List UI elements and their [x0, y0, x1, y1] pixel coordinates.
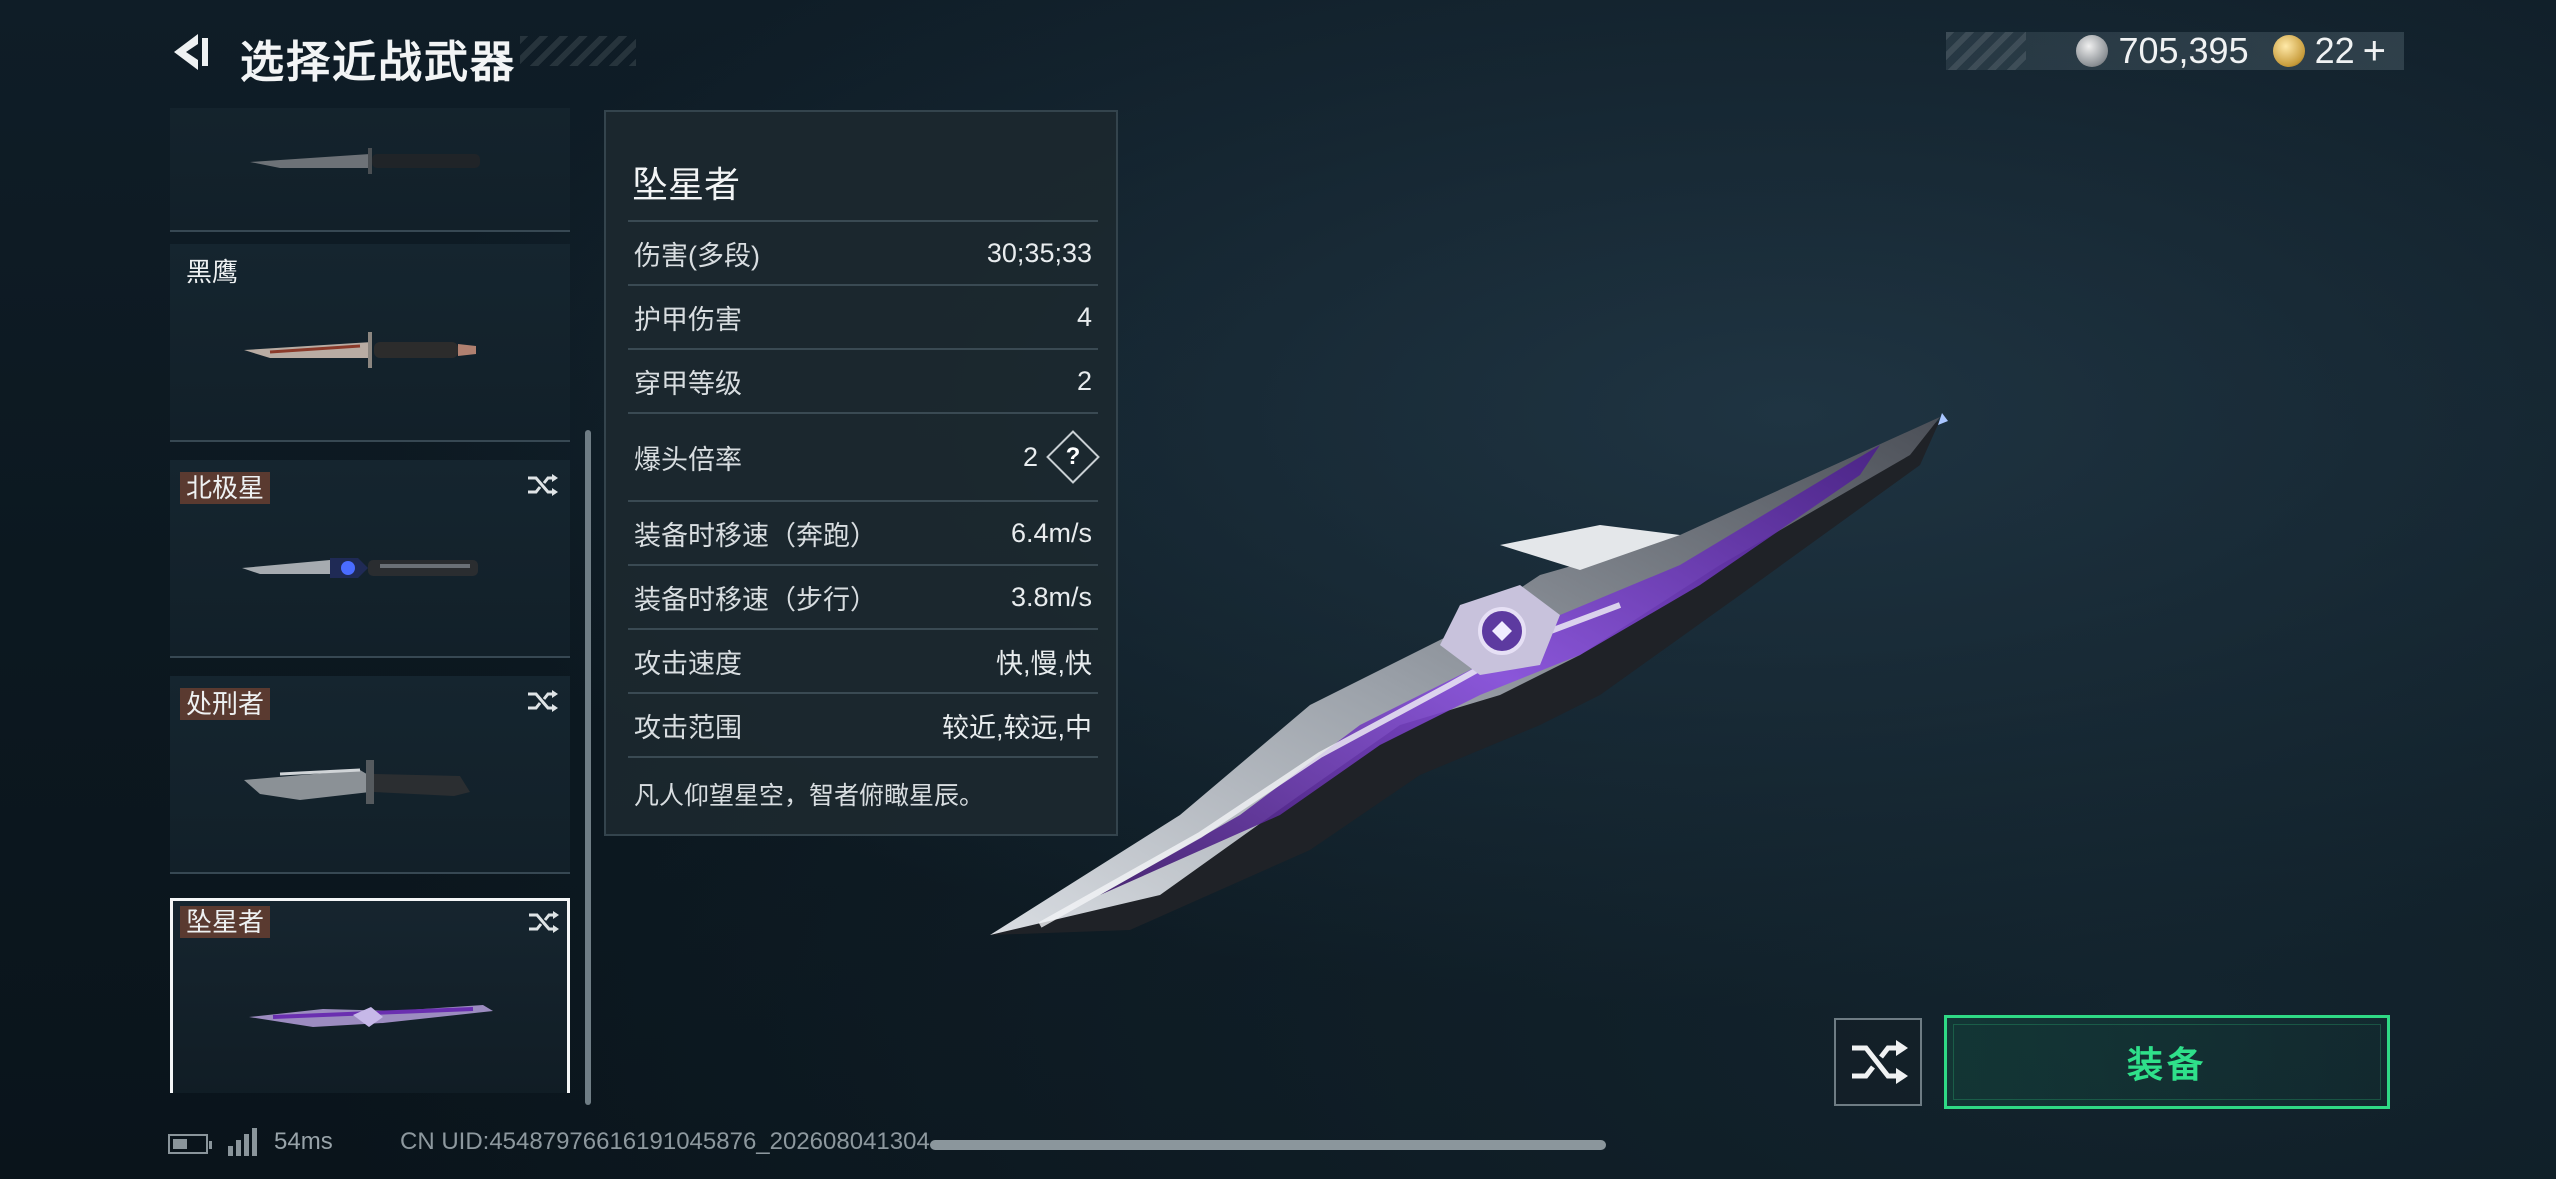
knife-image [242, 558, 478, 578]
stat-label: 爆头倍率 [634, 444, 742, 475]
stat-label: 装备时移速（奔跑） [634, 520, 877, 551]
shuffle-icon [529, 911, 559, 933]
weapon-card-name: 北极星 [180, 472, 271, 504]
weapon-card[interactable] [170, 108, 570, 232]
stat-row-damage: 伤害(多段) 30;35;33 [628, 220, 1098, 284]
add-currency-plus-icon[interactable]: + [2363, 31, 2386, 71]
gold-currency-value: 22 [2314, 30, 2355, 71]
weapon-card-name: 处刑者 [180, 688, 271, 720]
stat-label: 攻击速度 [634, 648, 742, 679]
battery-icon [168, 1134, 212, 1154]
signal-icon [228, 1128, 257, 1156]
currency-bar: 705,395 22 + [1946, 30, 2404, 71]
weapon-card[interactable]: 北极星 [170, 460, 570, 658]
weapon-card[interactable]: 处刑者 [170, 676, 570, 874]
stat-row-armor-damage: 护甲伤害 4 [628, 284, 1098, 348]
page-title: 选择近战武器 [240, 38, 516, 87]
stat-label: 攻击范围 [634, 712, 742, 743]
stat-label: 伤害(多段) [634, 240, 760, 271]
ping-value: 54ms [274, 1128, 333, 1155]
knife-image [244, 760, 470, 804]
weapon-name-title: 坠星者 [632, 164, 741, 205]
stat-label: 穿甲等级 [634, 368, 742, 399]
shuffle-icon [528, 690, 558, 712]
title-stripe-decoration [520, 36, 636, 66]
shuffle-button[interactable] [1834, 1018, 1922, 1106]
shuffle-icon [528, 474, 558, 496]
weapon-card[interactable]: 黑鹰 [170, 244, 570, 442]
equip-button[interactable]: 装备 [1944, 1015, 2390, 1109]
weapon-card-name: 坠星者 [180, 906, 271, 938]
weapon-card-selected[interactable]: 坠星者 [170, 898, 570, 1093]
silver-coin-icon [2076, 35, 2109, 67]
shuffle-icon [1852, 1040, 1908, 1084]
knife-image [249, 1005, 493, 1027]
home-indicator[interactable] [930, 1140, 1606, 1150]
weapon-card-name: 黑鹰 [186, 257, 239, 287]
gold-coin-icon [2272, 35, 2305, 67]
silver-currency-value: 705,395 [2118, 30, 2249, 71]
knife-image [244, 332, 476, 368]
stat-label: 护甲伤害 [634, 304, 742, 335]
stat-value: 4 [1076, 301, 1092, 332]
weapon-list-scrollbar[interactable] [585, 430, 591, 1105]
weapon-list[interactable]: 黑鹰 北极星 处刑者 坠星者 [170, 108, 570, 1093]
currency-stripe-decoration [1946, 32, 2026, 70]
weapon-preview-image[interactable] [980, 395, 1960, 955]
stat-label: 装备时移速（步行） [634, 584, 877, 615]
knife-image [250, 148, 480, 174]
equip-button-decoration [1953, 1024, 2381, 1100]
stat-value: 30;35;33 [986, 237, 1092, 268]
user-uid: CN UID:4548797661619104587­6_20260804130… [400, 1128, 930, 1155]
back-arrow-icon[interactable] [168, 30, 212, 74]
stat-value: 2 [1076, 365, 1092, 396]
